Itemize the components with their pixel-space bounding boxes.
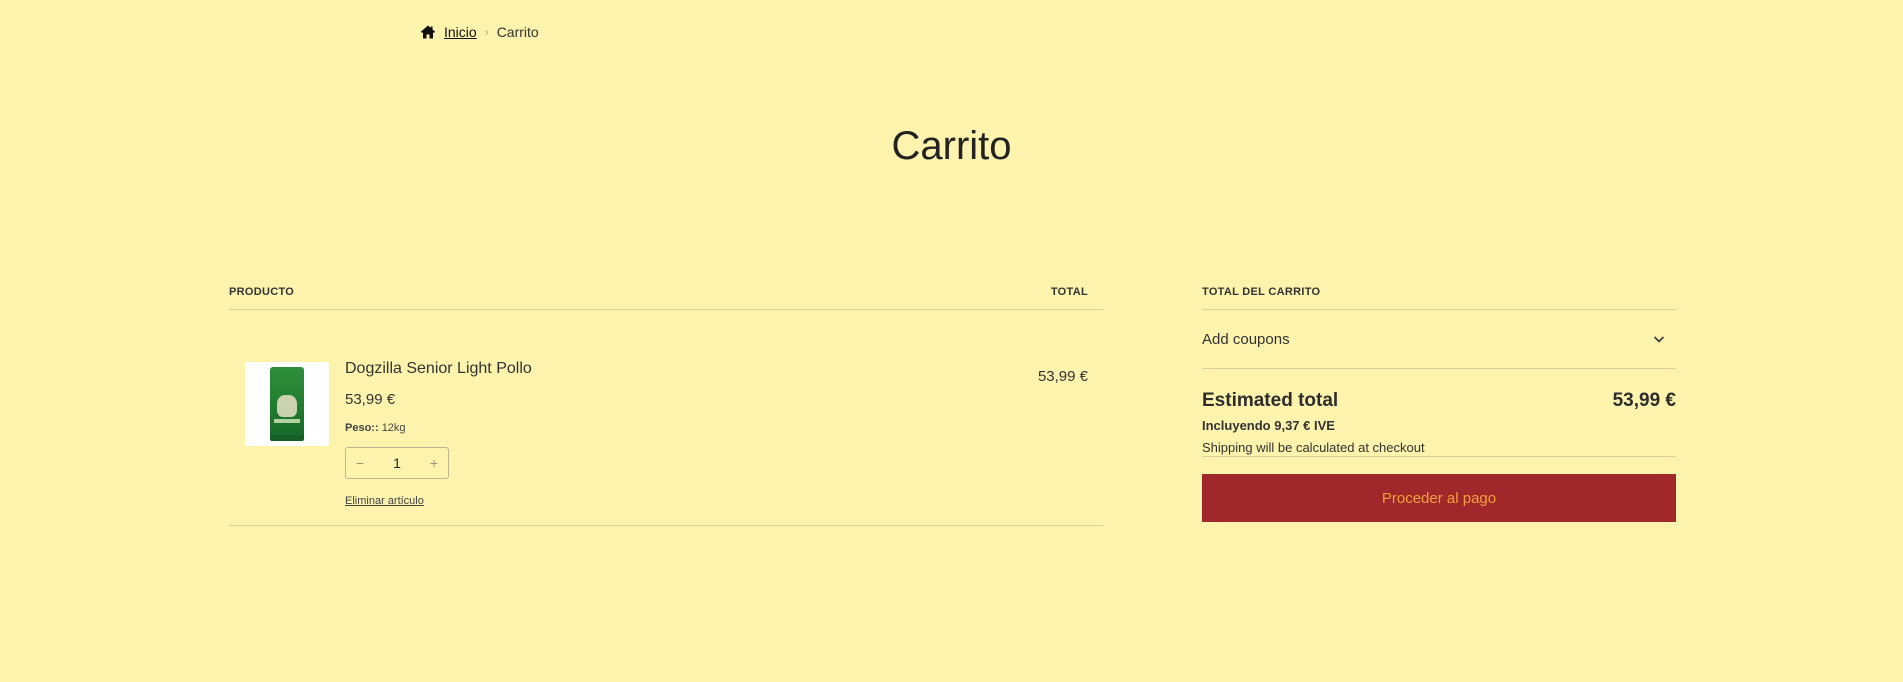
remove-item-link[interactable]: Eliminar artículo xyxy=(345,495,424,507)
chevron-down-icon[interactable] xyxy=(1652,332,1666,346)
column-header-total: TOTAL xyxy=(1050,286,1088,298)
cart-totals: TOTAL DEL CARRITO Add coupons Estimated … xyxy=(1202,283,1676,522)
cart-table-header: PRODUCTO TOTAL xyxy=(229,283,1103,310)
product-variation: Peso:: 12kg xyxy=(345,422,532,434)
proceed-to-checkout-button[interactable]: Proceder al pago xyxy=(1202,474,1676,522)
shipping-note: Shipping will be calculated at checkout xyxy=(1202,440,1425,455)
cart-totals-heading: TOTAL DEL CARRITO xyxy=(1202,283,1676,310)
quantity-stepper: − 1 + xyxy=(345,447,449,479)
tax-included-line: Incluyendo 9,37 € IVE xyxy=(1202,418,1335,433)
breadcrumb: Inicio › Carrito xyxy=(420,24,539,40)
home-icon[interactable] xyxy=(420,24,436,40)
bag-band xyxy=(274,419,300,423)
dog-illustration xyxy=(277,395,297,417)
product-thumbnail[interactable] xyxy=(245,362,329,446)
column-header-product: PRODUCTO xyxy=(229,286,295,298)
quantity-decrement-button[interactable]: − xyxy=(346,455,374,471)
quantity-input[interactable]: 1 xyxy=(377,455,417,471)
breadcrumb-home-link[interactable]: Inicio xyxy=(444,24,477,40)
cart-table: PRODUCTO TOTAL Dogzilla Senior Light Pol… xyxy=(229,283,1103,526)
product-info: Dogzilla Senior Light Pollo 53,99 € Peso… xyxy=(345,360,532,509)
estimated-total-row: Estimated total 53,99 € xyxy=(1202,390,1676,412)
add-coupons-label: Add coupons xyxy=(1202,330,1290,348)
breadcrumb-separator: › xyxy=(484,25,489,39)
cart-item-row: Dogzilla Senior Light Pollo 53,99 € Peso… xyxy=(229,310,1103,526)
page-title: Carrito xyxy=(891,124,1012,168)
product-unit-price: 53,99 € xyxy=(345,391,396,408)
estimated-total-label: Estimated total xyxy=(1202,390,1339,411)
estimated-total-value: 53,99 € xyxy=(1612,390,1676,411)
estimated-total-section: Estimated total 53,99 € Incluyendo 9,37 … xyxy=(1202,369,1676,457)
line-total: 53,99 € xyxy=(1037,368,1088,385)
product-bag-image xyxy=(270,367,304,441)
variation-label: Peso:: xyxy=(345,422,379,434)
variation-value: 12kg xyxy=(381,422,406,434)
breadcrumb-current: Carrito xyxy=(496,24,539,40)
add-coupons-toggle[interactable]: Add coupons xyxy=(1202,310,1676,369)
quantity-increment-button[interactable]: + xyxy=(420,455,448,471)
product-name[interactable]: Dogzilla Senior Light Pollo xyxy=(345,360,532,378)
